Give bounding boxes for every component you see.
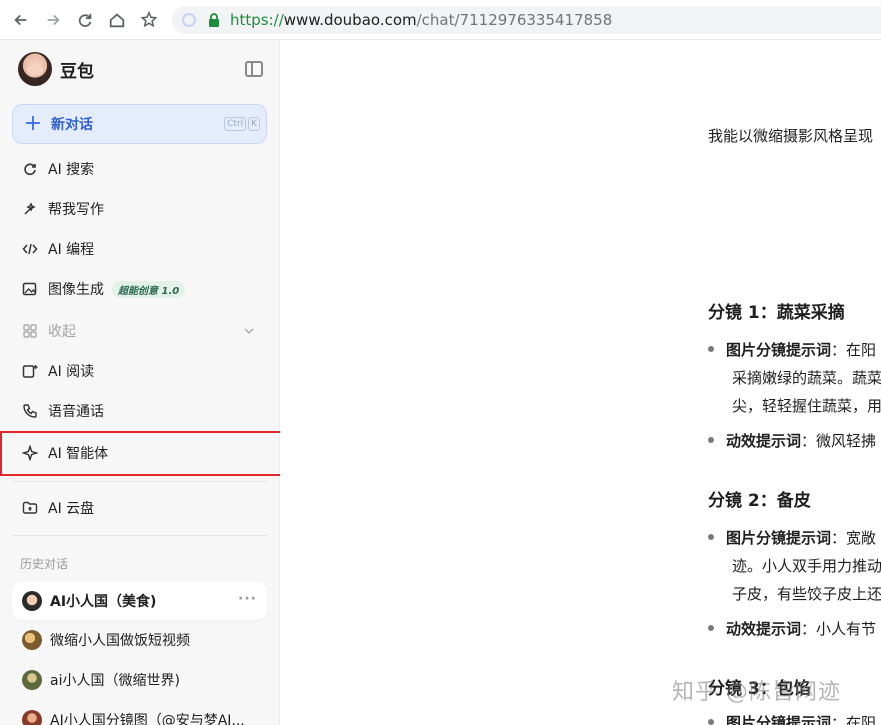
url-scheme: https:// [230,11,284,29]
image-icon [22,281,38,297]
history-item[interactable]: 微缩小人国做饭短视频 [12,621,267,659]
sidebar-item-voice-call[interactable]: 语音通话 [12,393,267,429]
chat-content: 我能以微缩摄影风格呈现 分镜 1：蔬菜采摘 图片分镜提示词：在阳 采摘嫩绿的蔬菜… [280,40,881,725]
sidebar-item-ai-agent[interactable]: AI 智能体 [12,435,267,471]
bullet-continuation: 子皮，有些饺子皮上还 [732,585,881,603]
scene-bullet: 动效提示词：小人有节 [708,618,876,639]
shortcut-hint: Ctrl K [224,117,260,131]
address-bar[interactable]: https://www.doubao.com/chat/711297633541… [172,6,881,34]
grid-icon [22,323,38,339]
new-chat-label: 新对话 [51,117,93,133]
sidebar-item-reading[interactable]: AI 阅读 [12,353,267,389]
history-item-label: AI小人国分镜图（@安与梦AI... [50,713,245,725]
brand-name: 豆包 [60,61,94,82]
code-icon [22,241,38,257]
url-path: /chat/7112976335417858 [416,11,613,29]
bullet-key: 动效提示词 [726,620,802,638]
bullet-continuation: 迹。小人双手用力推动 [732,557,881,575]
favorites-icon[interactable] [138,9,160,31]
watermark: 知乎 @陈皆网迹 [672,680,841,705]
sidebar-item-label: AI 云盘 [48,501,95,517]
history-item[interactable]: ai小人国（微缩世界) [12,661,267,699]
bullet-text: ：在阳 [831,714,877,725]
more-options-icon[interactable]: ··· [238,591,257,607]
image-gen-badge: 超能创意 1.0 [112,280,186,298]
conversation-avatar [22,670,42,690]
plus-icon: + [23,111,43,136]
bullet-text: ：小人有节 [801,620,877,638]
history-item-label: 微缩小人国做饭短视频 [50,633,190,649]
bullet-key: 图片分镜提示词 [726,714,832,725]
history-section-label: 历史对话 [20,557,69,571]
bullet-continuation: 采摘嫩绿的蔬菜。蔬菜 [732,369,881,387]
url-host: www.doubao.com [283,11,417,29]
conversation-avatar [22,591,42,611]
scene-bullet: 图片分镜提示词：宽敞 [708,527,876,548]
search-refresh-icon [22,161,38,177]
history-item[interactable]: AI小人国分镜图（@安与梦AI... [12,701,267,725]
reading-icon [22,363,38,379]
bullet-key: 图片分镜提示词 [726,341,832,359]
reload-icon[interactable] [74,9,96,31]
scene-bullet: 动效提示词：微风轻拂 [708,430,876,451]
phone-icon [22,403,38,419]
scene-bullet: 图片分镜提示词：在阳 [708,339,876,360]
bullet-continuation: 尖，轻轻握住蔬菜，用 [732,397,881,415]
sidebar-item-label: 图像生成 [48,282,104,298]
sidebar-item-label: 收起 [48,324,76,340]
divider [12,535,267,536]
sidebar-item-label: AI 智能体 [48,446,109,462]
sidebar-item-label: AI 阅读 [48,364,95,380]
bullet-text: ：在阳 [831,341,877,359]
sparkle-icon [22,445,38,461]
home-icon[interactable] [106,9,128,31]
history-item-label: AI小人国（美食) [50,594,157,610]
sidebar-item-label: AI 搜索 [48,162,95,178]
sidebar-item-label: AI 编程 [48,242,95,258]
forward-icon[interactable] [42,9,64,31]
conversation-avatar [22,710,42,725]
sidebar-item-label: 帮我写作 [48,202,104,218]
conversation-avatar [22,630,42,650]
chevron-down-icon [244,328,254,335]
sidebar-item-label: 语音通话 [48,404,104,420]
response-intro: 我能以微缩摄影风格呈现 [708,127,874,145]
history-item-active[interactable]: AI小人国（美食) ··· [12,582,267,620]
sidebar-item-image-gen[interactable]: 图像生成 超能创意 1.0 [12,271,267,307]
sidebar-item-cloud-drive[interactable]: AI 云盘 [12,490,267,526]
scene-title: 分镜 1：蔬菜采摘 [708,303,845,323]
browser-toolbar: https://www.doubao.com/chat/711297633541… [0,0,881,40]
sidebar-item-collapse[interactable]: 收起 [12,313,267,349]
sidebar-item-coding[interactable]: AI 编程 [12,231,267,267]
bullet-key: 图片分镜提示词 [726,529,832,547]
sidebar-item-ai-search[interactable]: AI 搜索 [12,151,267,187]
sidebar: 豆包 + 新对话 Ctrl K AI 搜索 帮我写作 AI 编程 图像生成 超能… [0,40,287,725]
lock-icon [209,13,219,27]
magic-pen-icon [22,201,38,217]
site-info-icon[interactable] [182,13,196,27]
divider [12,481,267,482]
new-chat-button[interactable]: + 新对话 Ctrl K [12,104,267,144]
shortcut-key: Ctrl [224,117,247,131]
shortcut-key: K [248,117,260,131]
scene-title: 分镜 2：备皮 [708,491,811,511]
history-item-label: ai小人国（微缩世界) [50,673,180,689]
brand[interactable]: 豆包 [18,52,94,86]
scene-bullet: 图片分镜提示词：在阳 [708,712,876,725]
back-icon[interactable] [10,9,32,31]
bullet-text: ：宽敞 [831,529,877,547]
bullet-text: ：微风轻拂 [801,432,877,450]
bullet-key: 动效提示词 [726,432,802,450]
sidebar-item-writing[interactable]: 帮我写作 [12,191,267,227]
avatar [18,52,52,86]
collapse-sidebar-icon[interactable] [245,61,263,77]
cloud-drive-icon [22,500,38,516]
